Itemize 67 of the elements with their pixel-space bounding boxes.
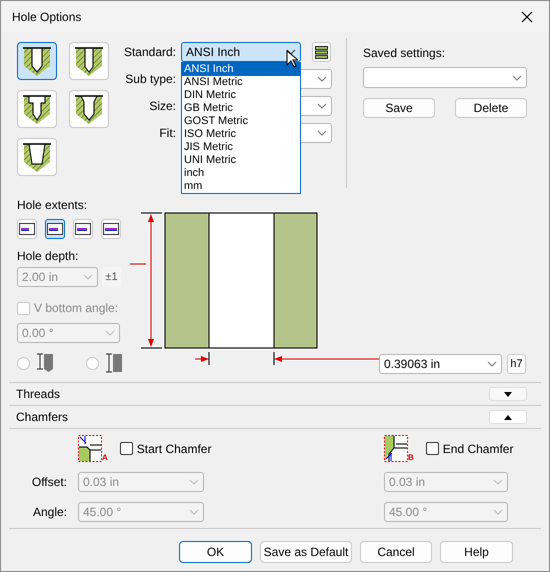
chevron-icon — [105, 330, 115, 336]
hole-extent-icon — [75, 223, 91, 235]
dialog-button[interactable]: OK — [179, 541, 252, 563]
hole-type-icon — [72, 45, 106, 77]
depth-type-icon — [105, 353, 123, 373]
hole-type-button[interactable] — [17, 90, 57, 128]
section-toggle-button[interactable] — [489, 387, 527, 401]
hole-extent-icon — [19, 223, 35, 235]
chevron-icon — [317, 130, 327, 136]
dialog-button[interactable]: Save as Default — [260, 541, 352, 563]
chevron-icon — [189, 479, 199, 485]
hole-depth-label: Hole depth: — [17, 249, 80, 264]
chevron-icon — [493, 509, 503, 515]
hole-extent-button[interactable] — [45, 219, 65, 239]
saved-settings-label: Saved settings: — [363, 46, 446, 61]
hole-type-button[interactable] — [17, 42, 57, 80]
dialog-button[interactable]: Cancel — [360, 541, 432, 563]
hole-extent-icon — [103, 223, 119, 235]
chevron-icon — [189, 509, 199, 515]
hole-type-icon — [20, 141, 54, 173]
chevron-icon — [493, 479, 503, 485]
caret-down-icon — [504, 392, 512, 396]
chevron-icon — [317, 76, 327, 82]
field-label: Sub type: — [124, 72, 176, 86]
chamfer-marker: A — [102, 454, 108, 462]
hole-type-icon — [20, 93, 54, 125]
chamfer-marker: B — [408, 454, 414, 462]
dialog-button[interactable]: Help — [440, 541, 513, 563]
hole-extent-button[interactable] — [101, 219, 121, 239]
field-label: Size: — [148, 99, 176, 113]
fit-button[interactable]: h7 — [507, 354, 526, 374]
chevron-icon — [83, 274, 93, 280]
hole-type-button[interactable] — [69, 42, 109, 80]
list-option[interactable]: ANSI Inch — [182, 63, 300, 76]
section-title: Threads — [16, 387, 60, 401]
standard-dropdown[interactable]: ANSI Inch — [181, 42, 301, 62]
section-toggle-button[interactable] — [489, 410, 527, 424]
hole-extent-button[interactable] — [73, 219, 93, 239]
section-title: Chamfers — [16, 410, 68, 424]
window-title: Hole Options — [12, 10, 82, 24]
chamfer-icon — [78, 435, 102, 462]
depth-type-radio[interactable] — [86, 356, 99, 370]
chevron-icon — [317, 103, 327, 109]
standard-label: Standard: — [122, 45, 176, 59]
layers-icon — [315, 46, 328, 58]
chamfer-icon — [384, 435, 408, 462]
chevron-icon — [286, 49, 296, 55]
settings-button[interactable]: Delete — [455, 98, 527, 118]
hole-type-icon — [20, 45, 54, 77]
depth-type-radio[interactable] — [17, 356, 30, 370]
hole-type-button[interactable] — [17, 138, 57, 176]
hole-extent-button[interactable] — [17, 219, 37, 239]
hole-extent-icon — [47, 223, 63, 235]
close-icon — [521, 10, 533, 22]
chamfer-field-label: Angle: — [32, 505, 67, 519]
hole-type-button[interactable] — [69, 90, 109, 128]
depth-type-icon — [36, 353, 54, 373]
chevron-icon — [512, 74, 522, 80]
hole-extents-label: Hole extents: — [17, 198, 88, 213]
chevron-icon — [487, 361, 497, 367]
hole-type-icon — [72, 93, 106, 125]
settings-button[interactable]: Save — [363, 98, 435, 118]
chamfer-field-label: Offset: — [30, 475, 67, 489]
library-button[interactable] — [312, 42, 331, 62]
field-label: Fit: — [158, 126, 176, 140]
caret-up-icon — [504, 414, 512, 420]
diameter-dropdown[interactable]: 0.39063 in — [379, 354, 502, 374]
